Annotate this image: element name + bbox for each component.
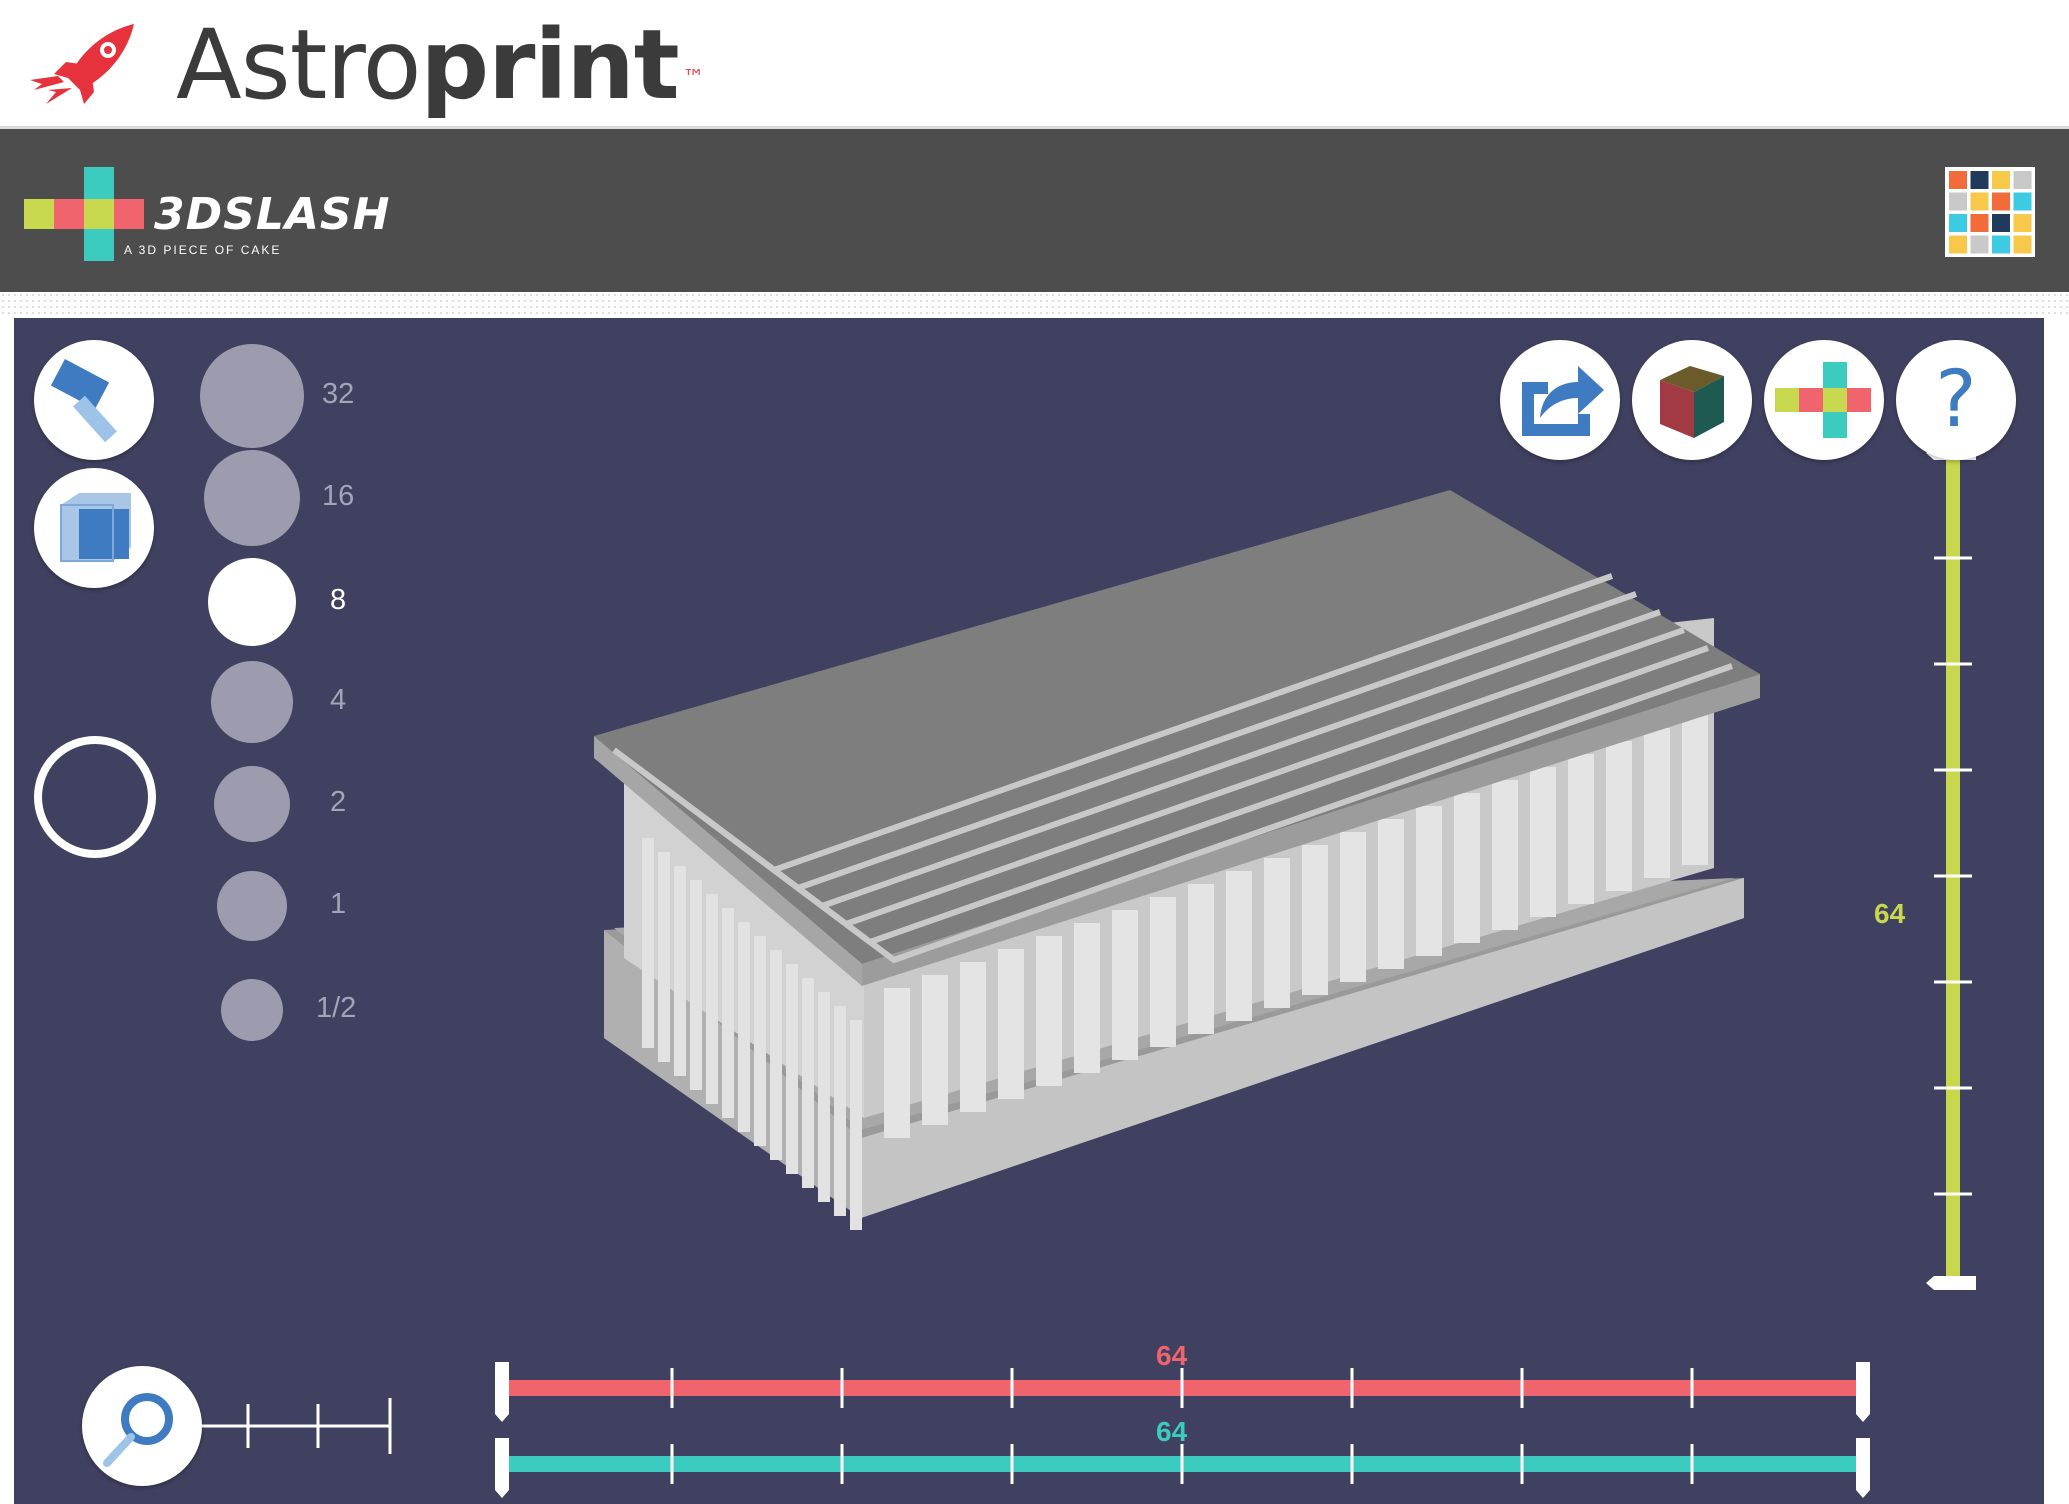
- red-slider-right-handle[interactable]: [1856, 1362, 1870, 1422]
- vertical-slider[interactable]: [1926, 446, 1976, 1290]
- apps-grid-cell: [1970, 235, 1989, 254]
- apps-grid-cell: [1970, 171, 1989, 189]
- rocket-icon: [30, 24, 134, 104]
- apps-grid-cell: [1949, 235, 1967, 254]
- tool-size-option[interactable]: [211, 661, 293, 743]
- apps-grid-cell: [1949, 214, 1967, 232]
- apps-grid-cell: [1992, 171, 2010, 189]
- apps-grid-cell: [2013, 235, 2032, 254]
- 3dslash-logo[interactable]: 3DSLASH A 3D PIECE OF CAKE: [24, 167, 389, 267]
- apps-grid-cell: [2013, 171, 2032, 189]
- tool-size-option[interactable]: [204, 450, 300, 546]
- color-cube-icon: [1660, 366, 1724, 438]
- apps-grid-cell: [2013, 214, 2032, 232]
- help-icon: ?: [1935, 355, 1977, 445]
- tool-size-label: 4: [330, 684, 347, 716]
- astroprint-logo[interactable]: Astroprint ™: [28, 10, 705, 120]
- tool-size-option[interactable]: [214, 766, 290, 842]
- tool-size-label: 8: [330, 584, 347, 616]
- apps-grid-cell: [1992, 192, 2010, 211]
- astroprint-header: Astroprint ™: [0, 0, 2069, 129]
- zoom-button[interactable]: [82, 1366, 202, 1486]
- tool-size-label: 32: [322, 378, 355, 410]
- zoom-scale[interactable]: [194, 1398, 392, 1454]
- 3dslash-tagline: A 3D PIECE OF CAKE: [124, 243, 282, 257]
- teal-slider-left-handle[interactable]: [495, 1438, 509, 1498]
- teal-slider-value: 64: [1156, 1416, 1188, 1447]
- apps-grid-cell: [1992, 235, 2010, 254]
- separator: [0, 292, 2069, 318]
- hammer-tool-button[interactable]: [34, 340, 154, 460]
- vertical-slider-value: 64: [1874, 898, 1906, 929]
- apps-grid-cell: [1949, 192, 1967, 211]
- tool-size-label: 1: [330, 888, 347, 920]
- tool-size-label: 1/2: [316, 992, 357, 1024]
- vertical-slider-bottom-handle[interactable]: [1926, 1276, 1976, 1290]
- apps-grid-icon[interactable]: [1945, 167, 2035, 257]
- workspace[interactable]: 32 16 8 4 2 1 1/2 ? 64 64 64: [14, 318, 2044, 1504]
- app-toolbar: 3DSLASH A 3D PIECE OF CAKE: [0, 129, 2069, 292]
- teal-slider-right-handle[interactable]: [1856, 1438, 1870, 1498]
- astroprint-wordmark: Astroprint ™: [176, 9, 705, 121]
- export-icon: [1522, 366, 1604, 436]
- red-slider-left-handle[interactable]: [495, 1362, 509, 1422]
- apps-grid-cell: [1970, 192, 1989, 211]
- apps-grid-cell: [1992, 214, 2010, 232]
- 3dslash-wordmark: 3DSLASH: [154, 189, 391, 240]
- tool-size-option[interactable]: [200, 344, 304, 448]
- slash-menu-button[interactable]: [1764, 340, 1884, 460]
- ring-tool-button[interactable]: [34, 736, 156, 858]
- export-button[interactable]: [1500, 340, 1620, 460]
- apps-grid-cell: [1970, 214, 1989, 232]
- tool-size-option[interactable]: [217, 871, 287, 941]
- tool-size-option[interactable]: [208, 558, 296, 646]
- tool-size-label: 16: [322, 480, 355, 512]
- tool-size-option[interactable]: [221, 979, 283, 1041]
- help-button[interactable]: ?: [1896, 340, 2016, 460]
- color-cube-button[interactable]: [1632, 340, 1752, 460]
- apps-grid-cell: [2013, 192, 2032, 211]
- slash-logo-icon: [1775, 362, 1871, 438]
- hammer-icon: [50, 359, 118, 443]
- cube-tool-icon: [60, 493, 131, 562]
- red-slider-value: 64: [1156, 1340, 1188, 1371]
- model-viewport[interactable]: [14, 318, 2044, 1504]
- apps-grid-cell: [1949, 171, 1967, 189]
- cube-tool-button[interactable]: [34, 468, 154, 588]
- tool-size-label: 2: [330, 786, 347, 818]
- magnifier-icon: [103, 1393, 173, 1467]
